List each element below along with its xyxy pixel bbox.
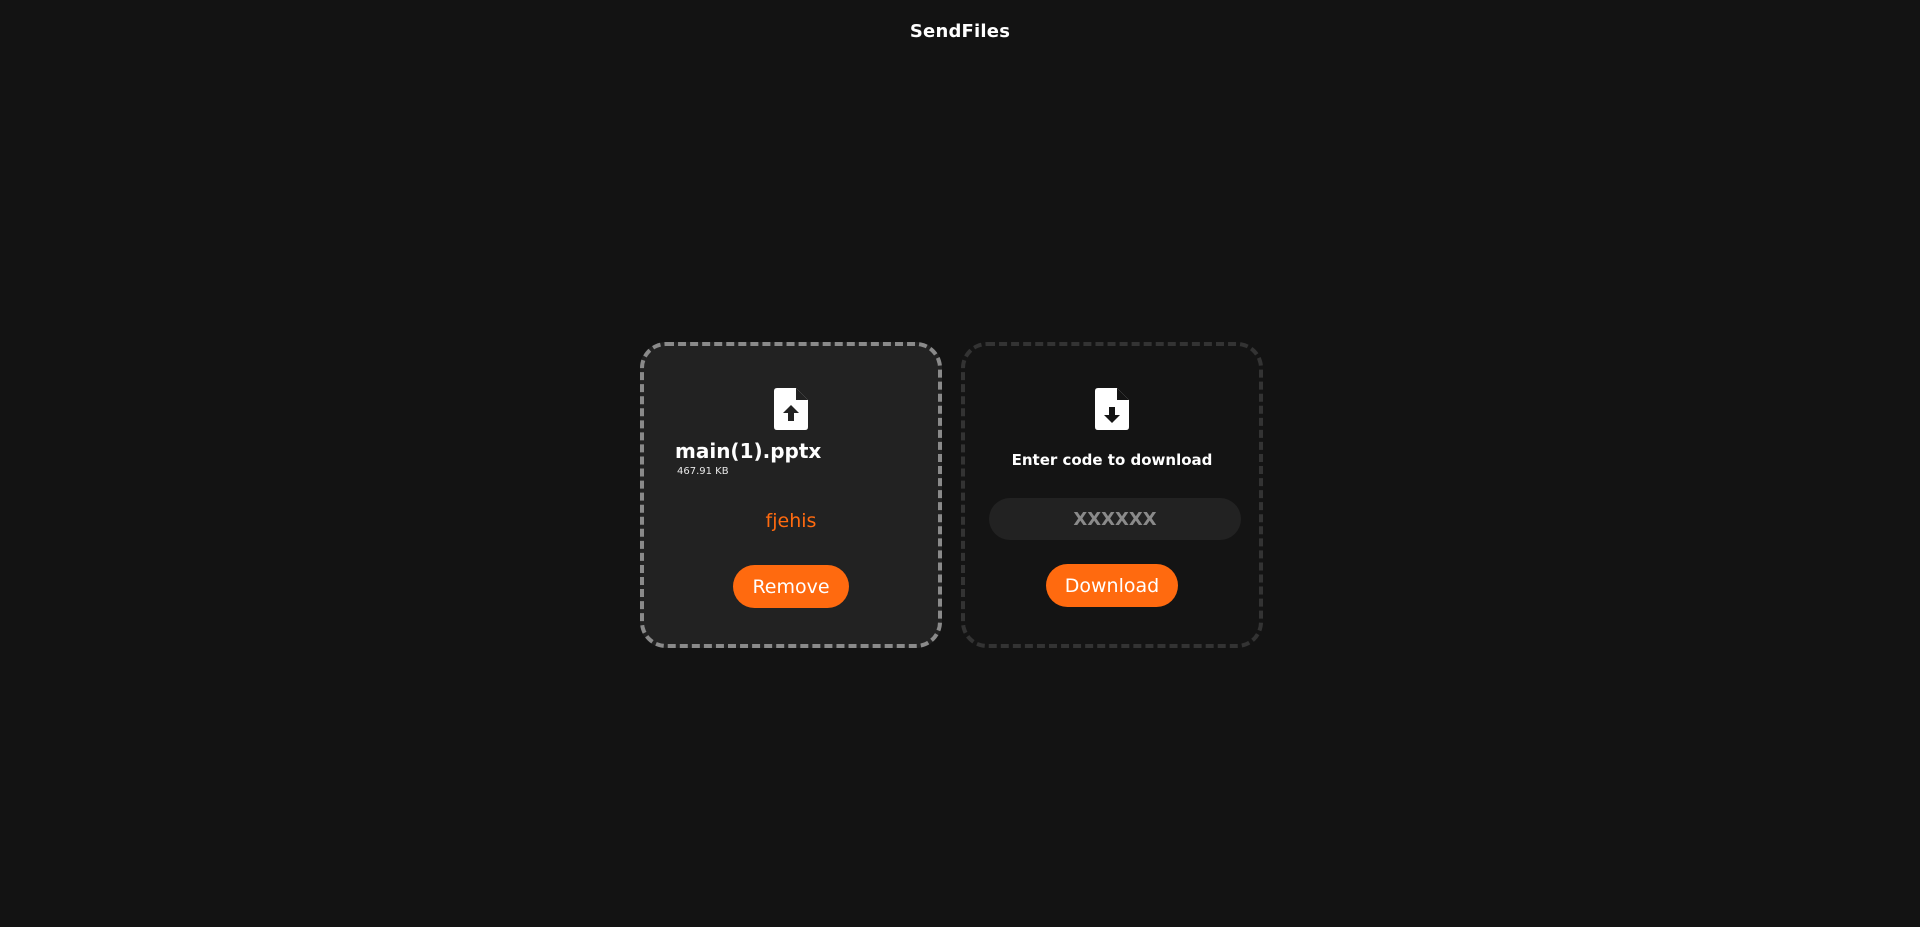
download-button[interactable]: Download: [1046, 564, 1178, 607]
code-input[interactable]: [989, 498, 1241, 540]
share-code: fjehis: [765, 510, 817, 532]
file-upload-icon: [774, 388, 808, 430]
upload-card[interactable]: main(1).pptx 467.91 KB fjehis Remove: [640, 342, 942, 648]
download-card: Enter code to download Download: [961, 342, 1263, 648]
download-heading: Enter code to download: [1011, 451, 1213, 469]
remove-button[interactable]: Remove: [733, 565, 849, 608]
app-title: SendFiles: [909, 21, 1011, 42]
file-download-icon: [1095, 388, 1129, 430]
file-name: main(1).pptx: [675, 439, 822, 463]
file-size: 467.91 KB: [677, 466, 729, 477]
cards-container: main(1).pptx 467.91 KB fjehis Remove Ent…: [640, 342, 1270, 652]
